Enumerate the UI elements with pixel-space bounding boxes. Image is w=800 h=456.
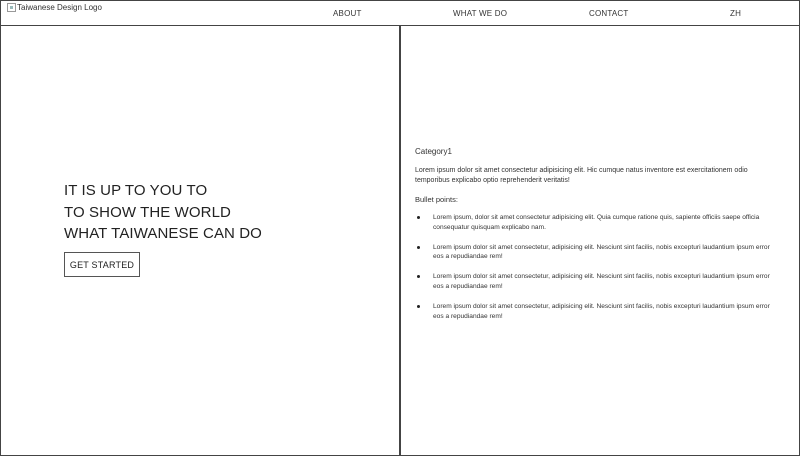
bullet-dot-icon [417, 305, 420, 309]
bullet-dot-icon [417, 275, 420, 279]
nav-contact[interactable]: CONTACT [589, 9, 628, 18]
get-started-button[interactable]: GET STARTED [64, 252, 140, 277]
bullet-text: Lorem ipsum, dolor sit amet consectetur … [433, 214, 760, 231]
bullet-item: Lorem ipsum, dolor sit amet consectetur … [415, 213, 777, 232]
bullet-text: Lorem ipsum dolor sit amet consectetur, … [433, 273, 770, 290]
bullet-dot-icon [417, 216, 420, 219]
bullet-text: Lorem ipsum dolor sit amet consectetur, … [433, 303, 770, 320]
panel-divider [399, 26, 401, 456]
nav-what-we-do[interactable]: WHAT WE DO [453, 9, 507, 18]
category-description: Lorem ipsum dolor sit amet consectetur a… [415, 167, 748, 184]
bullets-heading: Bullet points: [415, 195, 458, 204]
bullet-item: Lorem ipsum dolor sit amet consectetur, … [415, 302, 777, 321]
nav-about[interactable]: ABOUT [333, 9, 362, 18]
logo-alt-text: Taiwanese Design Logo [17, 3, 102, 12]
hero-heading: IT IS UP TO YOU TO TO SHOW THE WORLD WHA… [64, 180, 262, 245]
broken-image-icon [7, 3, 16, 12]
logo-link[interactable]: Taiwanese Design Logo [7, 3, 102, 12]
site-header: Taiwanese Design Logo ABOUT WHAT WE DO C… [0, 0, 800, 26]
nav-language-zh[interactable]: ZH [730, 9, 741, 18]
hero-line-3: WHAT TAIWANESE CAN DO [64, 225, 262, 242]
content-panel: Category1 Lorem ipsum dolor sit amet con… [415, 147, 777, 332]
hero-line-2: TO SHOW THE WORLD [64, 203, 231, 221]
bullet-item: Lorem ipsum dolor sit amet consectetur, … [415, 272, 777, 291]
category-title: Category1 [415, 147, 452, 156]
bullet-item: Lorem ipsum dolor sit amet consectetur, … [415, 243, 777, 262]
bullet-text: Lorem ipsum dolor sit amet consectetur, … [433, 243, 770, 261]
bullet-list: Lorem ipsum, dolor sit amet consectetur … [415, 213, 777, 321]
hero-line-1: IT IS UP TO YOU TO [64, 182, 208, 199]
bullet-dot-icon [417, 245, 420, 249]
